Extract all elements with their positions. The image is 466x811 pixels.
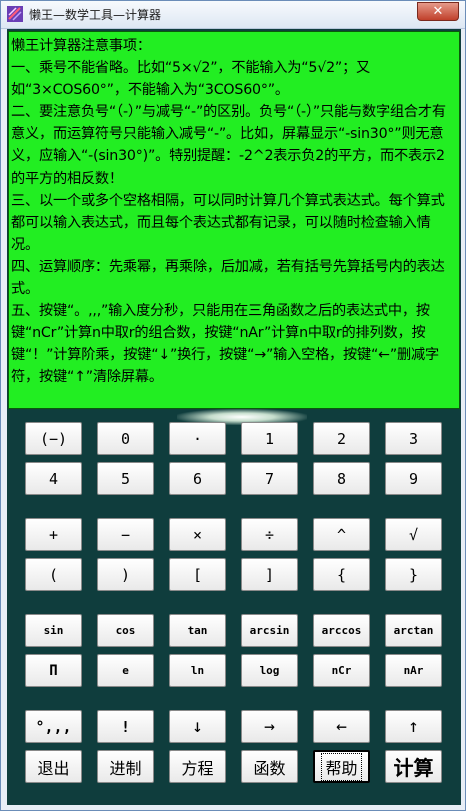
ncr-button[interactable]: nCr	[313, 654, 370, 687]
note-5: 五、按键“。,,,”输入度分秒，只能用在三角函数之后的表达式中，按键“nCr”计…	[11, 303, 439, 386]
note-title: 懒王计算器注意事项：	[11, 38, 151, 54]
note-1: 一、乘号不能省略。比如“5×√2”，不能输入为“5√2”；又如“3×COS60°…	[11, 60, 371, 99]
log-button[interactable]: log	[241, 654, 298, 687]
decimal-point-button[interactable]: ·	[169, 422, 226, 455]
exit-button[interactable]: 退出	[25, 750, 82, 783]
degree-minute-second-button[interactable]: °,,,	[25, 710, 82, 743]
newline-button[interactable]: ↓	[169, 710, 226, 743]
note-4: 四、运算顺序：先乘幂，再乘除，后加减，若有括号先算括号内的表达式。	[11, 258, 445, 298]
right-bracket-button[interactable]: ]	[241, 558, 298, 591]
right-brace-button[interactable]: }	[385, 558, 442, 591]
left-paren-button[interactable]: (	[25, 558, 82, 591]
space-button[interactable]: →	[241, 710, 298, 743]
arccos-button[interactable]: arccos	[313, 614, 370, 647]
plus-button[interactable]: +	[25, 518, 82, 551]
digit-5-button[interactable]: 5	[97, 462, 154, 495]
multiply-button[interactable]: ×	[169, 518, 226, 551]
arctan-button[interactable]: arctan	[385, 614, 442, 647]
backspace-button[interactable]: ←	[313, 710, 370, 743]
left-brace-button[interactable]: {	[313, 558, 370, 591]
right-paren-button[interactable]: )	[97, 558, 154, 591]
note-3: 三、以一个或多个空格相隔，可以同时计算几个算式表达式。每个算式都可以输入表达式，…	[11, 192, 445, 253]
minus-button[interactable]: −	[97, 518, 154, 551]
e-button[interactable]: e	[97, 654, 154, 687]
digit-4-button[interactable]: 4	[25, 462, 82, 495]
digit-6-button[interactable]: 6	[169, 462, 226, 495]
digit-8-button[interactable]: 8	[313, 462, 370, 495]
equation-button[interactable]: 方程	[169, 750, 226, 783]
power-button[interactable]: ^	[313, 518, 370, 551]
digit-1-button[interactable]: 1	[241, 422, 298, 455]
note-2: 二、要注意负号“（-）”与减号“-”的区别。负号“（-）”只能与数字组合才有意义…	[11, 104, 446, 187]
divide-button[interactable]: ÷	[241, 518, 298, 551]
app-icon	[7, 6, 23, 22]
digit-0-button[interactable]: 0	[97, 422, 154, 455]
digit-9-button[interactable]: 9	[385, 462, 442, 495]
arcsin-button[interactable]: arcsin	[241, 614, 298, 647]
display-screen[interactable]: 懒王计算器注意事项： 一、乘号不能省略。比如“5×√2”，不能输入为“5√2”；…	[8, 31, 460, 409]
calculator-body: 懒王计算器注意事项： 一、乘号不能省略。比如“5×√2”，不能输入为“5√2”；…	[7, 29, 461, 805]
sin-button[interactable]: sin	[25, 614, 82, 647]
sqrt-button[interactable]: √	[385, 518, 442, 551]
close-button[interactable]: ✕	[417, 2, 459, 21]
tan-button[interactable]: tan	[169, 614, 226, 647]
factorial-button[interactable]: !	[97, 710, 154, 743]
pi-button[interactable]: Π	[25, 654, 82, 687]
digit-7-button[interactable]: 7	[241, 462, 298, 495]
base-button[interactable]: 进制	[97, 750, 154, 783]
nar-button[interactable]: nAr	[385, 654, 442, 687]
left-bracket-button[interactable]: [	[169, 558, 226, 591]
help-button[interactable]: 帮助	[313, 750, 370, 783]
digit-2-button[interactable]: 2	[313, 422, 370, 455]
calculator-window: 懒王—数学工具—计算器 ✕ 懒王计算器注意事项： 一、乘号不能省略。比如“5×√…	[0, 0, 466, 811]
cos-button[interactable]: cos	[97, 614, 154, 647]
negative-button[interactable]: (−)	[25, 422, 82, 455]
calculate-button[interactable]: 计算	[385, 750, 442, 783]
ln-button[interactable]: ln	[169, 654, 226, 687]
clear-screen-button[interactable]: ↑	[385, 710, 442, 743]
digit-3-button[interactable]: 3	[385, 422, 442, 455]
window-title: 懒王—数学工具—计算器	[29, 8, 162, 22]
help-button-label: 帮助	[321, 752, 362, 781]
function-button[interactable]: 函数	[241, 750, 298, 783]
title-bar[interactable]: 懒王—数学工具—计算器 ✕	[1, 1, 465, 29]
